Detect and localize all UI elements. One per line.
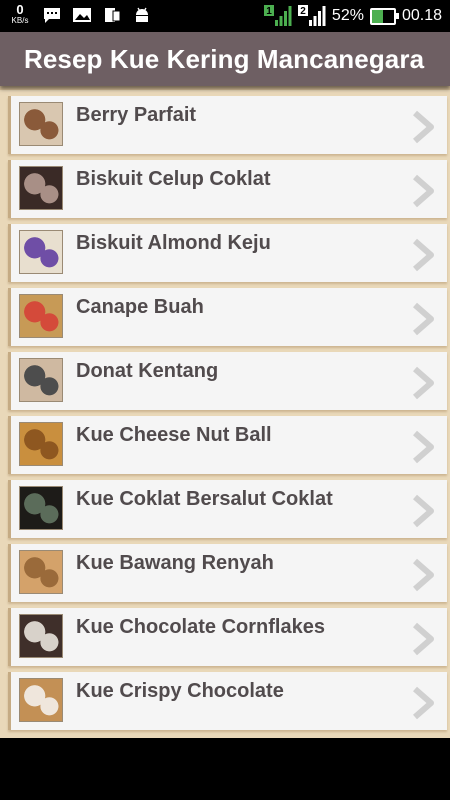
- recipe-title: Donat Kentang: [76, 360, 219, 382]
- device-notification-icon: [105, 7, 121, 22]
- chevron-right-icon: [413, 366, 434, 400]
- chevron-right-icon: [413, 238, 434, 272]
- chat-notification-icon: [44, 7, 60, 23]
- sim2-signal-icon: 2: [297, 5, 326, 26]
- recipe-list-item[interactable]: Kue Cheese Nut Ball: [8, 416, 447, 474]
- recipe-thumbnail: [19, 166, 63, 210]
- recipe-list-item[interactable]: Donat Kentang: [8, 352, 447, 410]
- recipe-title: Kue Chocolate Cornflakes: [76, 616, 325, 638]
- battery-fill: [371, 9, 384, 23]
- sim2-number: 2: [300, 6, 306, 17]
- sim1-number: 1: [266, 6, 272, 17]
- recipe-list-item[interactable]: Canape Buah: [8, 288, 447, 346]
- recipe-thumbnail: [19, 102, 63, 146]
- chevron-right-icon: [413, 430, 434, 464]
- bottom-area: [0, 738, 450, 800]
- recipe-thumbnail: [19, 486, 63, 530]
- recipe-title: Kue Crispy Chocolate: [76, 680, 284, 702]
- chevron-right-icon: [413, 110, 434, 144]
- recipe-list-item[interactable]: Biskuit Almond Keju: [8, 224, 447, 282]
- recipe-list-item[interactable]: Biskuit Celup Coklat: [8, 160, 447, 218]
- network-speed-value: 0: [16, 2, 24, 17]
- recipe-list-item[interactable]: Kue Chocolate Cornflakes: [8, 608, 447, 666]
- sim1-signal-icon: 1: [263, 5, 292, 26]
- recipe-thumbnail: [19, 678, 63, 722]
- status-right: 1 2 52% 00.18: [263, 5, 442, 27]
- recipe-title: Biskuit Celup Coklat: [76, 168, 271, 190]
- recipe-title: Kue Coklat Bersalut Coklat: [76, 488, 333, 510]
- chevron-right-icon: [413, 174, 434, 208]
- status-left: 0 KB/s: [8, 2, 152, 25]
- chevron-right-icon: [413, 558, 434, 592]
- recipe-thumbnail: [19, 422, 63, 466]
- chevron-right-icon: [413, 622, 434, 656]
- recipe-list-item[interactable]: Kue Bawang Renyah: [8, 544, 447, 602]
- recipe-thumbnail: [19, 358, 63, 402]
- battery-icon: [369, 7, 399, 25]
- recipe-list[interactable]: Berry Parfait Biskuit Celup Coklat Biskuit…: [0, 86, 450, 738]
- recipe-title: Berry Parfait: [76, 104, 197, 126]
- recipe-list-item[interactable]: Kue Coklat Bersalut Coklat: [8, 480, 447, 538]
- clock: 00.18: [401, 7, 442, 24]
- recipe-title: Canape Buah: [76, 296, 204, 318]
- recipe-list-item[interactable]: Kue Crispy Chocolate: [8, 672, 447, 730]
- recipe-thumbnail: [19, 550, 63, 594]
- chevron-right-icon: [413, 302, 434, 336]
- recipe-list-item[interactable]: Berry Parfait: [8, 96, 447, 154]
- recipe-title: Kue Bawang Renyah: [76, 552, 274, 574]
- app-bar: Resep Kue Kering Mancanegara: [0, 32, 450, 86]
- android-debug-icon: [136, 7, 148, 22]
- network-speed-unit: KB/s: [11, 16, 29, 25]
- status-bar: 0 KB/s 1 2 52% 00.18: [0, 0, 450, 32]
- recipe-title: Biskuit Almond Keju: [76, 232, 271, 254]
- chevron-right-icon: [413, 686, 434, 720]
- recipe-thumbnail: [19, 614, 63, 658]
- recipe-thumbnail: [19, 294, 63, 338]
- network-speed: 0 KB/s: [8, 2, 32, 25]
- battery-percent: 52%: [331, 7, 364, 24]
- gallery-notification-icon: [73, 7, 91, 22]
- recipe-thumbnail: [19, 230, 63, 274]
- recipe-title: Kue Cheese Nut Ball: [76, 424, 272, 446]
- chevron-right-icon: [413, 494, 434, 528]
- app-title: Resep Kue Kering Mancanegara: [24, 43, 425, 74]
